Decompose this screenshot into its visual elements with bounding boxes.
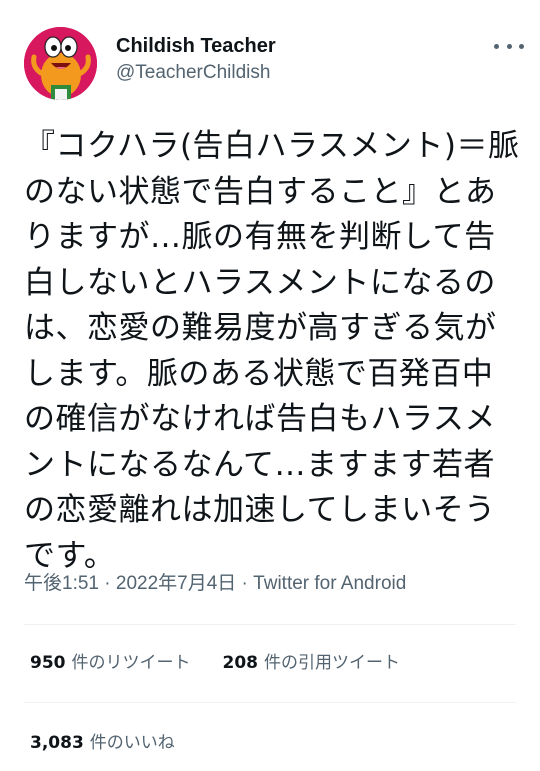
quotes-count: 208 [222, 653, 259, 673]
likes-count: 3,083 [30, 733, 84, 753]
more-dot-icon [519, 43, 524, 49]
more-dot-icon [494, 43, 499, 49]
tweet-date[interactable]: 2022年7月4日 [116, 573, 236, 594]
stats-row-likes: 3,083 件のいいね [30, 730, 207, 756]
retweets-stat[interactable]: 950 件のリツイート [30, 650, 191, 676]
likes-label: 件のいいね [89, 733, 175, 753]
tweet-source[interactable]: Twitter for Android [253, 573, 406, 594]
avatar[interactable] [24, 27, 97, 100]
quotes-label: 件の引用ツイート [264, 653, 400, 673]
divider [24, 702, 516, 703]
author-handle[interactable]: @TeacherChildish [116, 61, 276, 85]
meta-separator: · [236, 573, 254, 594]
likes-stat[interactable]: 3,083 件のいいね [30, 730, 175, 756]
meta-separator: · [98, 573, 116, 594]
retweets-count: 950 [30, 653, 66, 673]
tweet-meta: 午後1:51 · 2022年7月4日 · Twitter for Android [24, 570, 406, 598]
more-options-button[interactable] [494, 34, 524, 58]
retweets-label: 件のリツイート [71, 653, 191, 673]
tweet-header: Childish Teacher @TeacherChildish [24, 22, 524, 102]
author-display-name[interactable]: Childish Teacher [116, 34, 276, 58]
stats-row-shares: 950 件のリツイート 208 件の引用ツイート [30, 650, 432, 676]
tweet-time[interactable]: 午後1:51 [24, 573, 99, 594]
more-dot-icon [506, 43, 512, 49]
tweet-text: 『コクハラ(告白ハラスメント)＝脈のない状態で告白すること』とありますが…脈の有… [24, 128, 520, 574]
divider [24, 624, 516, 625]
quotes-stat[interactable]: 208 件の引用ツイート [223, 650, 401, 676]
cartoon-fish-avatar-icon [24, 27, 97, 100]
author-names: Childish Teacher @TeacherChildish [116, 34, 276, 85]
